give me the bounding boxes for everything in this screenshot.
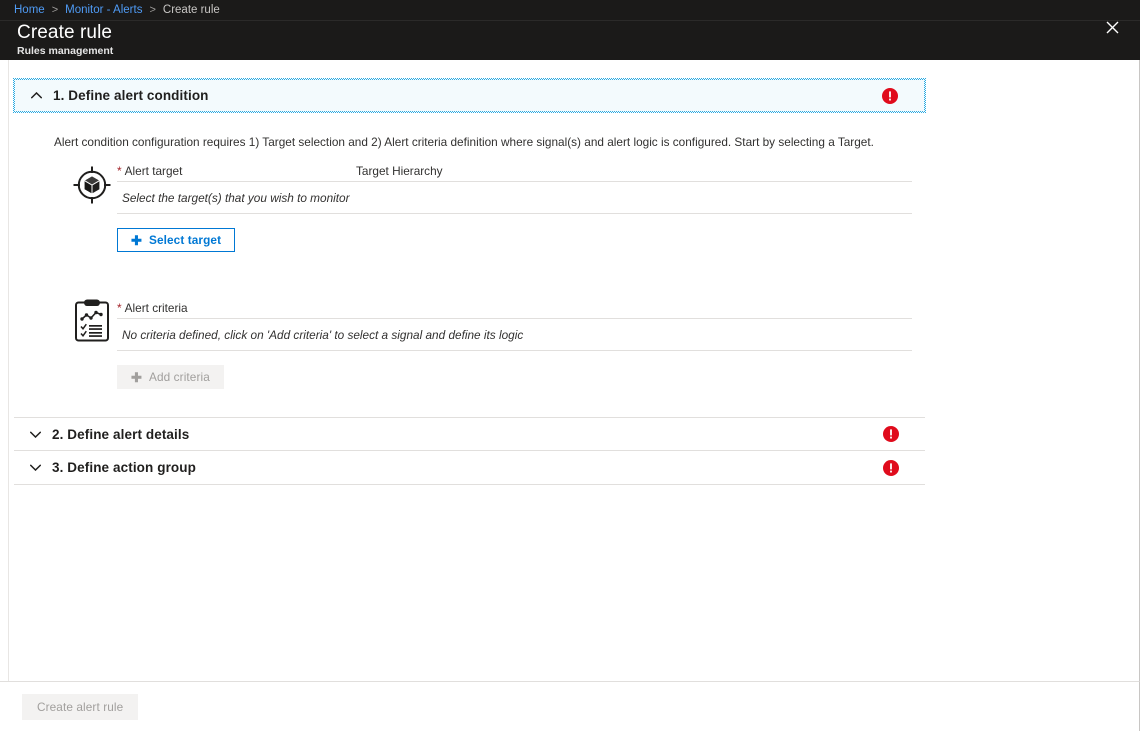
blade-footer: Create alert rule bbox=[0, 681, 1140, 731]
section-title: 3. Define action group bbox=[52, 460, 196, 475]
wizard-sections: 1. Define alert condition Alert conditio… bbox=[13, 78, 926, 485]
section-header-define-alert-details[interactable]: 2. Define alert details bbox=[14, 417, 925, 451]
close-icon[interactable] bbox=[1090, 5, 1134, 49]
create-rule-blade: Home > Monitor - Alerts > Create rule Cr… bbox=[0, 0, 1140, 731]
chevron-up-icon bbox=[28, 88, 44, 104]
add-criteria-button[interactable]: ✚ Add criteria bbox=[117, 365, 224, 389]
blade-title-bar: Create rule Rules management bbox=[0, 21, 1140, 60]
target-resource-icon bbox=[65, 164, 119, 218]
alert-criteria-empty-row: No criteria defined, click on 'Add crite… bbox=[117, 319, 912, 351]
alert-target-column-headers: * Alert target Target Hierarchy bbox=[117, 160, 912, 182]
plus-icon: ✚ bbox=[131, 232, 142, 248]
section-title: 2. Define alert details bbox=[52, 426, 190, 442]
alert-target-empty-row: Select the target(s) that you wish to mo… bbox=[117, 182, 912, 214]
create-alert-rule-button[interactable]: Create alert rule bbox=[22, 693, 139, 720]
error-icon bbox=[883, 459, 899, 476]
alert-criteria-column-headers: * Alert criteria bbox=[117, 297, 912, 319]
add-criteria-button-label: Add criteria bbox=[149, 370, 210, 384]
alert-criteria-empty-text: No criteria defined, click on 'Add crite… bbox=[122, 327, 524, 342]
page-subtitle: Rules management bbox=[17, 45, 114, 57]
select-target-row: ✚ Select target bbox=[117, 228, 925, 252]
alert-target-block: * Alert target Target Hierarchy Select th… bbox=[14, 160, 925, 252]
alert-target-label-wrap: * Alert target bbox=[117, 164, 356, 178]
chevron-down-icon bbox=[27, 460, 43, 476]
breadcrumb-item-monitor-alerts[interactable]: Monitor - Alerts bbox=[65, 4, 142, 16]
blade-content: 1. Define alert condition Alert conditio… bbox=[0, 60, 1140, 681]
section-description: Alert condition configuration requires 1… bbox=[54, 135, 874, 149]
page-title: Create rule bbox=[17, 22, 113, 43]
blade-left-gutter bbox=[0, 60, 9, 681]
alert-criteria-label: Alert criteria bbox=[124, 301, 188, 315]
alert-criteria-block: * Alert criteria No criteria defined, cli… bbox=[14, 297, 925, 389]
alert-criteria-label-wrap: * Alert criteria bbox=[117, 301, 356, 315]
add-criteria-row: ✚ Add criteria bbox=[117, 365, 925, 389]
section-header-define-action-group[interactable]: 3. Define action group bbox=[14, 451, 925, 485]
chevron-down-icon bbox=[27, 426, 43, 442]
alert-target-label: Alert target bbox=[124, 164, 183, 178]
target-hierarchy-label: Target Hierarchy bbox=[356, 164, 443, 178]
breadcrumb-item-create-rule: Create rule bbox=[162, 4, 220, 16]
error-icon bbox=[882, 87, 898, 104]
select-target-button-label: Select target bbox=[149, 233, 222, 247]
plus-icon: ✚ bbox=[131, 369, 142, 385]
criteria-clipboard-icon bbox=[65, 298, 119, 352]
select-target-button[interactable]: ✚ Select target bbox=[117, 228, 236, 252]
section-title: 1. Define alert condition bbox=[53, 88, 209, 103]
breadcrumb: Home > Monitor - Alerts > Create rule bbox=[0, 0, 1140, 21]
breadcrumb-separator-icon: > bbox=[149, 3, 156, 16]
alert-target-empty-text: Select the target(s) that you wish to mo… bbox=[122, 190, 350, 205]
breadcrumb-separator-icon: > bbox=[51, 3, 59, 16]
breadcrumb-item-home[interactable]: Home bbox=[14, 4, 45, 16]
section-header-define-alert-condition[interactable]: 1. Define alert condition bbox=[13, 78, 926, 113]
error-icon bbox=[883, 426, 899, 442]
section-body-define-alert-condition: Alert condition configuration requires 1… bbox=[14, 134, 925, 417]
